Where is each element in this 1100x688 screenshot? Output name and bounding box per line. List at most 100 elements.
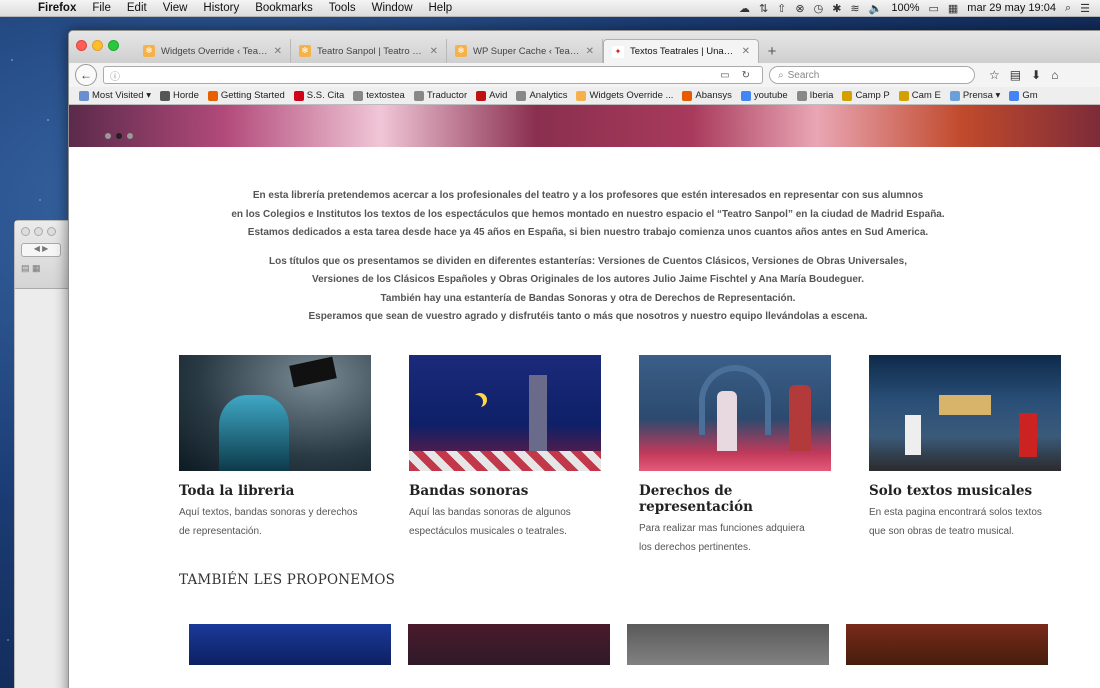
bookmark-star-icon[interactable]: ☆ [989,68,1000,82]
site-info-icon[interactable]: ⓘ [110,68,124,83]
menu-help[interactable]: Help [421,2,461,14]
close-tab-icon[interactable]: ✕ [274,46,282,57]
bookmark-favicon-icon [353,90,364,101]
product-thumbnail[interactable] [627,624,829,665]
bookmark-item[interactable]: Iberia [796,90,834,101]
card-title[interactable]: Bandas sonoras [409,483,601,499]
bookmark-item[interactable]: Most Visited ▾ [79,90,151,101]
background-finder-window[interactable]: ◀ ▶ ▤ ▦ [14,220,74,688]
menu-window[interactable]: Window [364,2,421,14]
bookmark-item[interactable]: Widgets Override ... [576,90,673,101]
card-description: Aquí textos, bandas sonoras y derechos de… [179,507,358,537]
window-controls [21,227,56,236]
battery-icon[interactable]: ▭ [928,2,938,15]
intro-line: Esperamos que sean de vuestro agrado y d… [308,311,868,322]
card-toda-la-libreria[interactable]: Toda la libreria Aquí textos, bandas son… [179,355,371,557]
back-button[interactable]: ← [75,64,97,86]
bookmark-favicon-icon [293,90,304,101]
bookmark-item[interactable]: Avid [476,90,507,101]
url-bar[interactable]: ⓘ ▭ ↻ [103,66,763,84]
reload-icon[interactable]: ↻ [736,70,756,81]
theater-mask-favicon-icon: ✦ [612,45,624,58]
view-mode-icon[interactable]: ▤ ▦ [21,263,41,274]
card-title[interactable]: Derechos de representación [639,483,831,515]
card-derechos-de-representacion[interactable]: Derechos de representación Para realizar… [639,355,831,557]
bookmark-item[interactable]: Traductor [413,90,467,101]
minimize-window-button[interactable] [92,40,103,51]
new-tab-button[interactable]: + [759,39,785,63]
bookmark-item[interactable]: textostea [353,90,405,101]
sync-icon[interactable]: ⇅ [759,2,768,15]
tab-textos-teatrales[interactable]: ✦ Textos Teatrales | Una lib... ✕ [603,39,759,63]
menubar-clock[interactable]: mar 29 may 19:04 [967,2,1056,14]
reader-view-icon[interactable]: ▭ [714,70,735,81]
spotlight-search-icon[interactable]: ⌕ [1065,2,1071,15]
bookmark-label: Horde [172,90,199,101]
time-machine-icon[interactable]: ◷ [814,2,824,15]
menu-history[interactable]: History [195,2,247,14]
bookmark-item[interactable]: Analytics [516,90,567,101]
product-thumbnail[interactable] [189,624,391,665]
upload-icon[interactable]: ⇧ [777,2,786,15]
tab-widgets-override[interactable]: ✻ Widgets Override ‹ Teatro ... ✕ [135,39,291,63]
search-icon: ⌕ [778,69,784,81]
intro-line: Los títulos que os presentamos se divide… [268,255,907,267]
product-thumbnail[interactable] [846,624,1048,665]
menu-tools[interactable]: Tools [321,2,364,14]
bookmark-item[interactable]: Cam E [898,90,941,101]
wifi-icon[interactable]: ≋ [850,2,859,15]
card-image[interactable] [409,355,601,471]
menu-view[interactable]: View [155,2,196,14]
card-image[interactable] [869,355,1061,471]
record-icon[interactable]: ⊗ [795,2,804,15]
card-image[interactable] [179,355,371,471]
menu-edit[interactable]: Edit [119,2,155,14]
bookmark-item[interactable]: Gm [1009,90,1038,101]
notification-center-icon[interactable]: ☰ [1080,2,1090,15]
menu-app-name[interactable]: Firefox [30,2,84,14]
bluetooth-icon[interactable]: ✱ [832,2,841,15]
bookmark-item[interactable]: Getting Started [207,90,285,101]
card-image[interactable] [639,355,831,471]
bookmark-item[interactable]: Horde [159,90,199,101]
card-title[interactable]: Solo textos musicales [869,483,1061,499]
calendar-icon[interactable]: ▦ [948,2,958,15]
back-forward-buttons[interactable]: ◀ ▶ [21,243,61,257]
close-tab-icon[interactable]: ✕ [430,46,438,57]
downloads-icon[interactable]: ⬇ [1031,68,1041,82]
bookmarks-menu-icon[interactable]: ▤ [1010,68,1021,82]
volume-icon[interactable]: 🔈 [869,2,883,15]
search-input[interactable]: ⌕ Search [769,66,975,84]
intro-paragraph-2: Los títulos que os presentamos se divide… [69,253,1100,327]
tab-teatro-sanpol[interactable]: ✻ Teatro Sanpol | Teatro Sa... ✕ [291,39,447,63]
slider-dot[interactable] [105,133,111,139]
menu-bookmarks[interactable]: Bookmarks [247,2,321,14]
tab-title: Teatro Sanpol | Teatro Sa... [317,45,424,57]
slider-dot-active[interactable] [116,133,122,139]
home-icon[interactable]: ⌂ [1051,68,1058,82]
battery-status[interactable]: 100% [891,2,919,14]
bookmark-favicon-icon [207,90,218,101]
tab-bar: ✻ Widgets Override ‹ Teatro ... ✕ ✻ Teat… [69,31,1100,63]
bookmark-item[interactable]: S.S. Cita [293,90,344,101]
bookmark-label: Iberia [809,90,834,101]
bookmark-item[interactable]: Camp P [842,90,890,101]
close-window-button[interactable] [76,40,87,51]
bookmark-item[interactable]: Abansys [682,90,732,101]
card-bandas-sonoras[interactable]: Bandas sonoras Aquí las bandas sonoras d… [409,355,601,557]
zoom-window-button[interactable] [108,40,119,51]
close-tab-icon[interactable]: ✕ [586,46,594,57]
slider-dot[interactable] [127,133,133,139]
cloud-icon[interactable]: ☁ [739,2,750,15]
close-tab-icon[interactable]: ✕ [742,46,750,57]
bookmark-item[interactable]: Prensa ▾ [949,90,1000,101]
bookmark-item[interactable]: youtube [740,90,788,101]
bookmark-label: Gm [1022,90,1038,101]
menu-file[interactable]: File [84,2,119,14]
product-thumbnail[interactable] [408,624,610,665]
card-solo-textos-musicales[interactable]: Solo textos musicales En esta pagina enc… [869,355,1061,557]
card-title[interactable]: Toda la libreria [179,483,371,499]
card-description: Aquí las bandas sonoras de algunos espect… [409,507,571,537]
intro-line: en los Colegios e Institutos los textos … [231,208,945,220]
tab-wp-super-cache[interactable]: ✻ WP Super Cache ‹ Teatro S... ✕ [447,39,603,63]
